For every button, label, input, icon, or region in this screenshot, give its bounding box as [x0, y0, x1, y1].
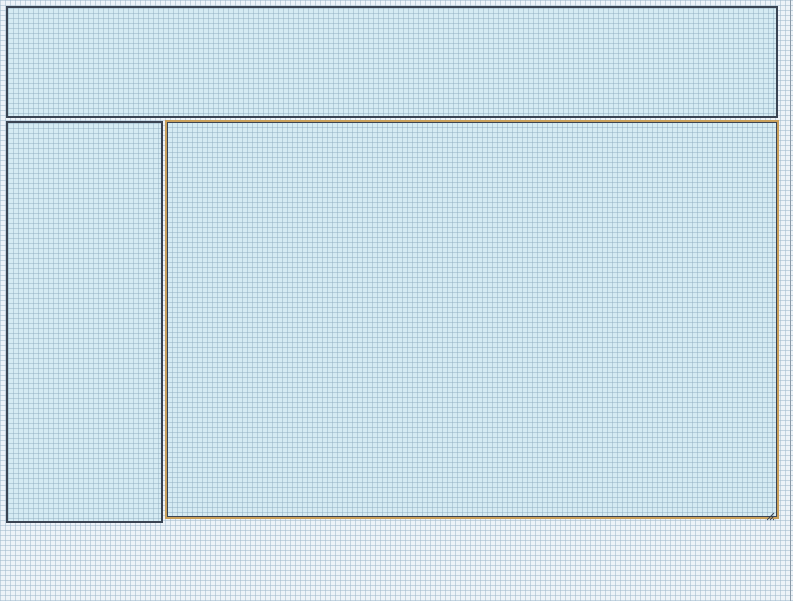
resize-grip-icon[interactable]: [766, 506, 775, 521]
header-panel: [6, 6, 778, 118]
window-right-edge: [790, 0, 791, 601]
sidebar-panel: [6, 121, 163, 523]
main-content-panel[interactable]: [165, 120, 779, 521]
main-content-inner-frame: [167, 122, 777, 517]
